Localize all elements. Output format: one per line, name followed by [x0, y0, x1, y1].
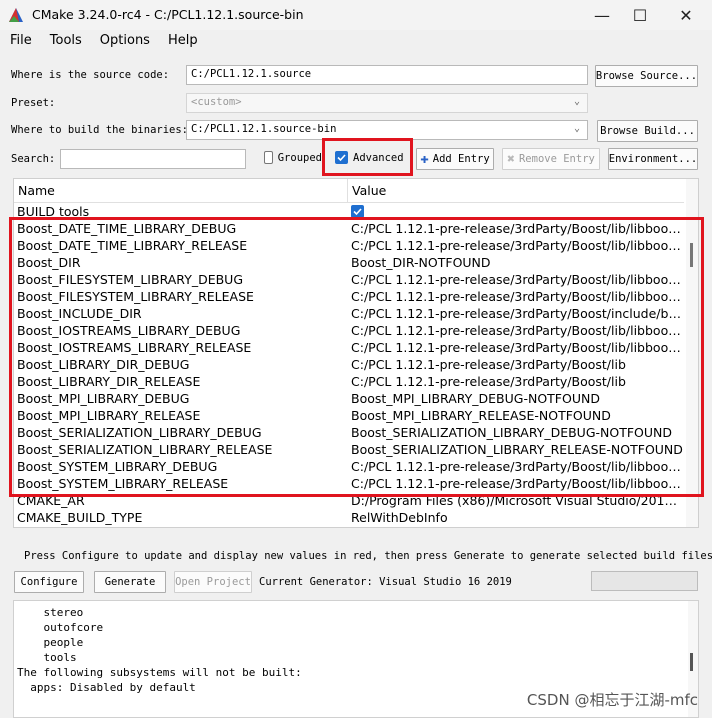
menu-file[interactable]: File	[0, 31, 40, 53]
output-line: tools	[17, 651, 77, 664]
browse-source-button[interactable]: Browse Source...	[595, 65, 698, 87]
output-line: people	[17, 636, 84, 649]
output-line: apps: Disabled by default	[17, 681, 196, 694]
search-input[interactable]	[60, 149, 246, 169]
table-row[interactable]: CMAKE_BUILD_TYPE RelWithDebInfo	[14, 509, 684, 526]
row-name: CMAKE_BUILD_TYPE	[17, 510, 143, 525]
add-entry-button[interactable]: ✚ Add Entry	[416, 148, 494, 170]
watermark-text: CSDN @相忘于江湖-mfc	[526, 691, 698, 709]
cmake-logo-icon	[8, 7, 24, 23]
browse-build-button[interactable]: Browse Build...	[597, 120, 698, 142]
grouped-checkbox[interactable]: Grouped	[264, 151, 322, 164]
remove-entry-button[interactable]: ✖ Remove Entry	[502, 148, 600, 170]
maximize-button[interactable]: ☐	[618, 0, 662, 30]
build-path-value: C:/PCL1.12.1.source-bin	[191, 123, 337, 135]
current-generator-text: Current Generator: Visual Studio 16 2019	[259, 576, 512, 588]
advanced-checkbox-box[interactable]	[335, 151, 348, 164]
open-project-button[interactable]: Open Project	[174, 571, 252, 593]
menu-tools[interactable]: Tools	[40, 31, 90, 53]
remove-icon: ✖	[507, 151, 515, 167]
source-path-input[interactable]: C:/PCL1.12.1.source	[186, 65, 588, 85]
plus-icon: ✚	[420, 151, 429, 167]
menu-help[interactable]: Help	[158, 31, 206, 53]
configure-button[interactable]: Configure	[14, 571, 84, 593]
advanced-checkbox[interactable]: Advanced	[335, 151, 404, 164]
preset-label: Preset:	[11, 97, 56, 109]
table-header: Name Value	[14, 179, 684, 203]
search-label: Search:	[11, 153, 56, 165]
menu-options[interactable]: Options	[90, 31, 158, 53]
menu-bar: File Tools Options Help	[0, 31, 712, 53]
environment-button[interactable]: Environment...	[608, 148, 698, 170]
source-label: Where is the source code:	[11, 69, 170, 81]
add-entry-label: Add Entry	[432, 153, 490, 165]
column-header-value[interactable]: Value	[348, 179, 684, 203]
configure-hint-text: Press Configure to update and display ne…	[24, 550, 712, 562]
preset-value: <custom>	[191, 96, 242, 108]
chevron-down-icon: ⌄	[573, 96, 581, 107]
advanced-label: Advanced	[353, 151, 404, 164]
progress-bar	[591, 571, 698, 591]
preset-combo[interactable]: <custom> ⌄	[186, 93, 588, 113]
close-button[interactable]: ✕	[664, 0, 708, 30]
chevron-down-icon: ⌄	[573, 123, 581, 134]
remove-entry-label: Remove Entry	[518, 153, 595, 165]
generate-button[interactable]: Generate	[94, 571, 166, 593]
output-line: outofcore	[17, 621, 104, 634]
output-scrollbar-thumb[interactable]	[690, 653, 693, 671]
title-bar[interactable]: CMake 3.24.0-rc4 - C:/PCL1.12.1.source-b…	[0, 0, 712, 30]
column-header-name[interactable]: Name	[14, 179, 348, 203]
output-line: The following subsystems will not be bui…	[17, 666, 302, 679]
grouped-label: Grouped	[277, 151, 322, 164]
build-label: Where to build the binaries:	[11, 124, 189, 136]
grouped-checkbox-box[interactable]	[264, 151, 273, 164]
output-line: stereo	[17, 606, 84, 619]
boost-rows-highlight-box	[9, 217, 704, 497]
row-value: RelWithDebInfo	[351, 510, 448, 525]
build-path-combo[interactable]: C:/PCL1.12.1.source-bin ⌄	[186, 120, 588, 140]
window-title: CMake 3.24.0-rc4 - C:/PCL1.12.1.source-b…	[32, 7, 304, 22]
